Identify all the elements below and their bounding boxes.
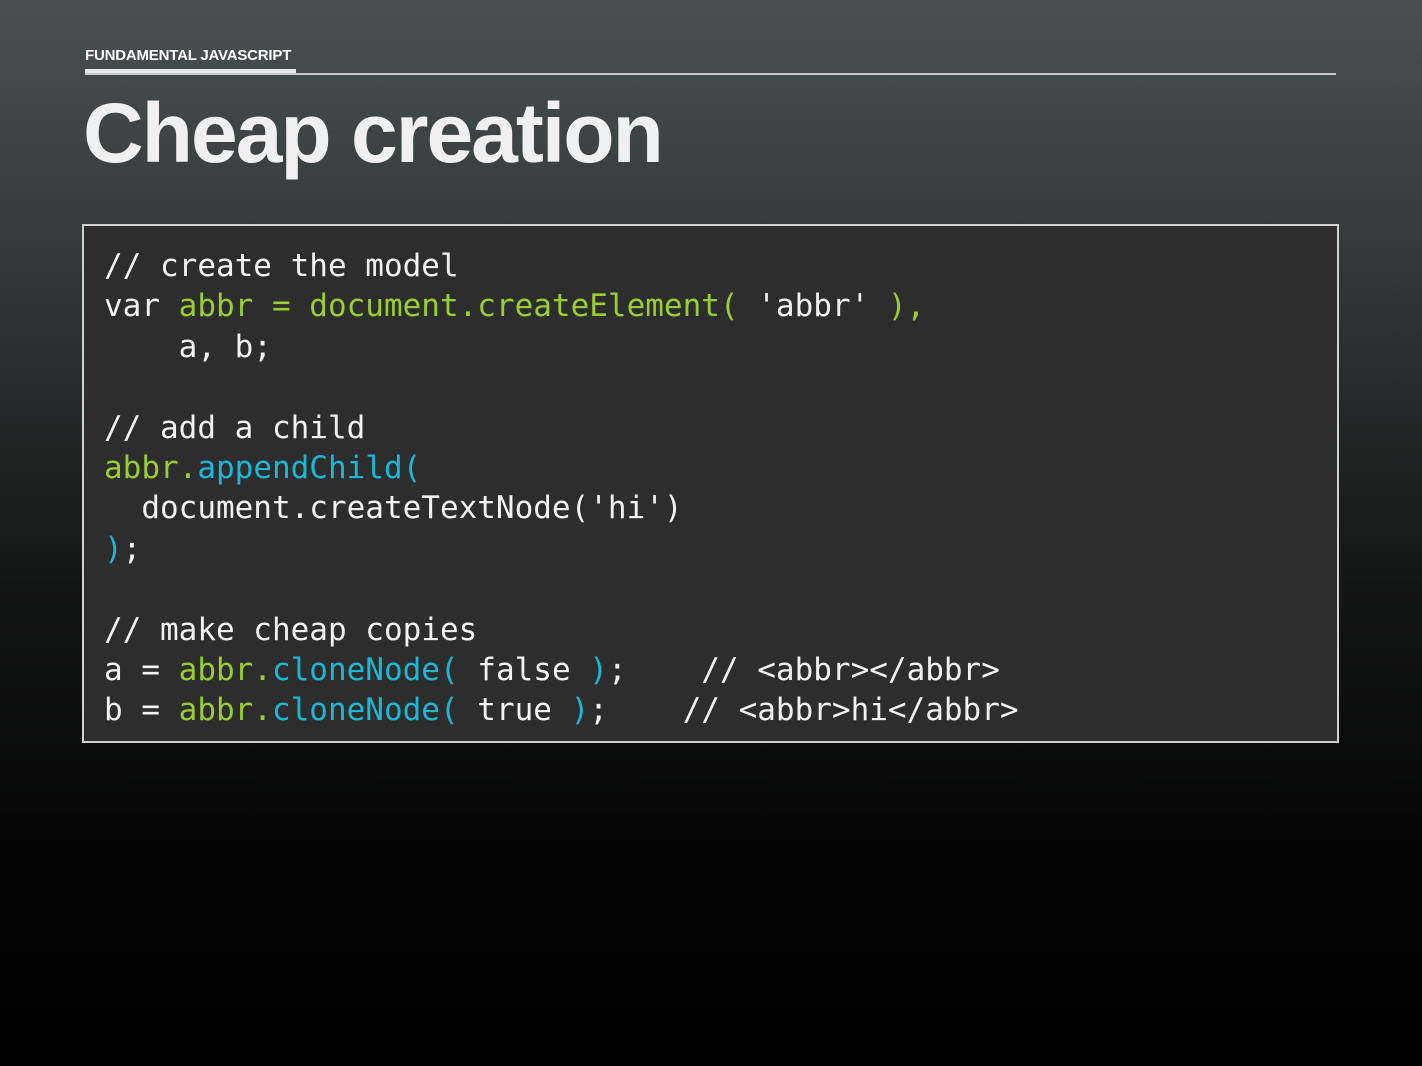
slide-title: Cheap creation (83, 86, 664, 180)
header-divider (85, 73, 1336, 75)
code-line-7: document.createTextNode('hi') (104, 488, 1019, 528)
semicolon: ; (122, 530, 142, 567)
method-call: cloneNode( (271, 651, 459, 688)
code-block: // create the model var abbr = document.c… (82, 224, 1339, 743)
method-call: appendChild( (197, 449, 422, 486)
code-line-blank-1 (104, 367, 1019, 407)
code-line-2: var abbr = document.createElement( 'abbr… (104, 286, 1019, 326)
declaration: abbr = document.createElement( (178, 288, 739, 325)
code-line-3: a, b; (104, 327, 1019, 367)
object-ref: abbr. (104, 449, 198, 486)
method-call: cloneNode( (271, 692, 459, 729)
comment: // make cheap copies (104, 611, 478, 648)
trailing-comment: ; // <abbr></abbr> (607, 651, 1000, 688)
code-line-8: ); (104, 529, 1019, 569)
code-line-5: // add a child (104, 408, 1019, 448)
argument: true (458, 692, 571, 729)
assignment: b = (104, 692, 179, 729)
comment: // add a child (104, 409, 366, 446)
trailing-comment: ; // <abbr>hi</abbr> (589, 692, 1019, 729)
close-paren: ), (887, 288, 926, 325)
code-line-12: b = abbr.cloneNode( true ); // <abbr>hi<… (104, 690, 1019, 730)
code-line-1: // create the model (104, 246, 1019, 286)
argument: false (458, 651, 590, 688)
keyword: var (104, 288, 179, 325)
argument-expression: document.createTextNode('hi') (104, 490, 683, 527)
code-line-blank-2 (104, 569, 1019, 609)
assignment: a = (104, 651, 179, 688)
code-line-6: abbr.appendChild( (104, 448, 1019, 488)
string-argument: 'abbr' (738, 288, 888, 325)
code-listing: // create the model var abbr = document.c… (104, 246, 1019, 731)
code-line-11: a = abbr.cloneNode( false ); // <abbr></… (104, 650, 1019, 690)
object-ref: abbr. (178, 651, 272, 688)
comment: // create the model (104, 248, 459, 284)
section-label: FUNDAMENTAL JAVASCRIPT (85, 47, 292, 64)
variables: a, b; (104, 328, 272, 365)
object-ref: abbr. (178, 692, 272, 729)
close-paren: ) (570, 692, 590, 729)
code-line-10: // make cheap copies (104, 610, 1019, 650)
close-paren: ) (104, 530, 123, 567)
close-paren: ) (589, 651, 608, 688)
